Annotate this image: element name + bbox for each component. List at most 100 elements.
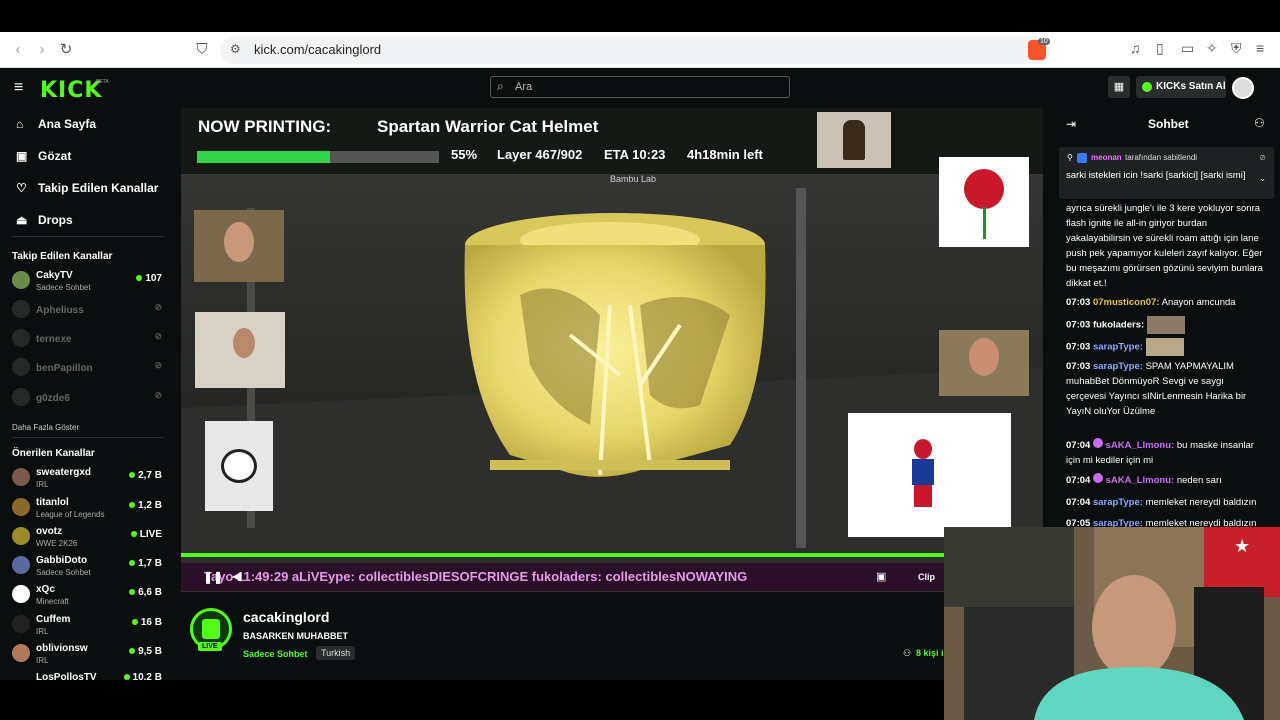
show-more-link[interactable]: Daha Fazla Göster (12, 423, 79, 432)
message-user[interactable]: 07musticon07: (1093, 297, 1160, 308)
theater-icon[interactable]: ▣ (876, 570, 886, 583)
nav-home[interactable]: ⌂ Ana Sayfa (16, 117, 96, 131)
message-user[interactable]: sarapType: (1093, 497, 1143, 508)
unpin-icon[interactable]: ⊘ (1259, 153, 1266, 162)
kicks-button[interactable]: KICKs Satın Al (1136, 76, 1226, 98)
channel-category: League of Legends (36, 510, 105, 519)
user-avatar[interactable] (1232, 77, 1254, 99)
collapse-chat-icon[interactable]: ⇥ (1066, 117, 1076, 131)
viewer-count: 2,7 B (129, 470, 162, 481)
recommended-channel[interactable]: ovotz WWE 2K26 LIVE (12, 524, 162, 552)
nav-following[interactable]: ♡ Takip Edilen Kanallar (16, 181, 158, 195)
channel-name: oblivionsw (36, 643, 88, 654)
wallet-icon[interactable]: ▭ (1181, 40, 1194, 57)
drops-icon: ⏏ (16, 213, 28, 227)
message-user[interactable]: fukoladers: (1093, 320, 1144, 331)
recommended-channel[interactable]: Cuffem IRL 16 B (12, 612, 162, 640)
headphones-icon (221, 449, 257, 483)
live-dot-icon (136, 275, 143, 281)
webcam-scene: ★ (944, 527, 1280, 720)
live-dot-icon (131, 619, 138, 625)
channel-category: Sadece Sohbet (36, 568, 91, 577)
viewer-count: 9,5 B (129, 646, 162, 657)
stream-category[interactable]: Sadece Sohbet (243, 649, 308, 659)
message-time: 07:03 (1066, 341, 1091, 353)
sidebar-icon[interactable]: ▯ (1156, 40, 1164, 57)
message-time: 07:03 (1066, 297, 1091, 308)
pause-icon[interactable]: ❚❚ (203, 570, 223, 584)
hamburger-icon[interactable]: ≡ (14, 79, 23, 97)
emote-man (194, 210, 284, 282)
nav-browse[interactable]: ▣ Gözat (16, 149, 71, 163)
reload-icon[interactable]: ↻ (56, 40, 76, 60)
recommended-channel[interactable]: xQc Minecraft 6,6 B (12, 582, 162, 610)
message-text: neden sarı (1176, 475, 1222, 486)
viewer-count-value: LIVE (139, 529, 162, 540)
leo-icon[interactable]: ✧ (1206, 40, 1218, 57)
live-dot-icon (130, 531, 137, 537)
address-bar[interactable]: ⚙ kick.com/cacakinglord ⌕ (220, 36, 1050, 64)
site-info-icon[interactable]: ⚙ (230, 42, 241, 56)
followed-channel[interactable]: CakyTV Sadece Sohbet 107 (12, 268, 162, 296)
nav-drops[interactable]: ⏏ Drops (16, 213, 73, 227)
forward-icon[interactable]: › (32, 40, 52, 60)
back-icon[interactable]: ‹ (8, 40, 28, 60)
viewer-count-value: 107 (145, 273, 162, 284)
followed-channel[interactable]: ternexe ⊘ (12, 326, 162, 354)
language-tag[interactable]: Turkish (316, 646, 356, 660)
seek-bar[interactable] (181, 553, 944, 557)
channel-category: IRL (36, 656, 49, 665)
recommended-channel[interactable]: titanlol League of Legends 1,2 B (12, 495, 162, 523)
channel-name[interactable]: cacakinglord (243, 609, 329, 625)
bookmark-icon[interactable]: ⛉ (192, 40, 212, 60)
spiderman-legs (914, 485, 932, 507)
spiderman-icon (914, 439, 932, 459)
search-icon: ⌕ (497, 79, 504, 93)
message-user[interactable]: sarapType: (1093, 518, 1143, 527)
recommended-channel[interactable]: LosPollosTV 10,2 B (12, 670, 162, 680)
message-user[interactable]: sAKA_Llmonu: (1106, 475, 1175, 486)
vpn-icon[interactable]: ⛨ (1231, 40, 1242, 57)
volume-icon[interactable]: ◀ (232, 569, 241, 583)
channel-name: ovotz (36, 526, 63, 537)
message-user[interactable]: sAKA_Llmonu: (1106, 440, 1175, 451)
clip-button[interactable]: Clip (918, 572, 935, 582)
emote-image (1145, 338, 1184, 356)
followed-heading: Takip Edilen Kanallar (12, 251, 113, 262)
pinned-message[interactable]: ⚲ meonan tarafından sabitlendi ⊘ sarki i… (1059, 147, 1274, 199)
avatar (12, 300, 30, 318)
viewer-count-value: 2,7 B (138, 470, 162, 481)
message-user[interactable]: sarapType: (1093, 361, 1143, 372)
message-time: 07:05 (1066, 518, 1091, 527)
kick-logo[interactable]: KICK (40, 78, 102, 103)
emote-spiderman (848, 413, 1011, 537)
message-text: Anayon amcunda (1161, 297, 1236, 308)
store-icon[interactable]: ▦ (1108, 76, 1130, 98)
message-user[interactable]: sarapType: (1093, 342, 1143, 353)
chevron-down-icon[interactable]: ⌄ (1259, 174, 1266, 183)
recommended-channel[interactable]: oblivionsw IRL 9,5 B (12, 641, 162, 669)
search-input[interactable]: ⌕ Ara (490, 76, 790, 98)
avatar (12, 556, 30, 574)
avatar (12, 358, 30, 376)
emote-rose (939, 157, 1029, 247)
viewer-count-value: 6,6 B (138, 587, 162, 598)
followed-channel[interactable]: Apheliuss ⊘ (12, 297, 162, 325)
viewer-count: 1,7 B (129, 558, 162, 569)
music-icon[interactable]: ♫ (1130, 40, 1141, 56)
recommended-channel[interactable]: GabbiDoto Sadece Sohbet 1,7 B (12, 553, 162, 581)
message-time: 07:03 (1066, 319, 1091, 331)
message-time: 07:04 (1066, 497, 1091, 508)
chat-title: Sohbet (1148, 117, 1189, 131)
live-dot-icon (129, 560, 136, 566)
recommended-channel[interactable]: sweatergxd IRL 2,7 B (12, 465, 162, 493)
menu-icon[interactable]: ≡ (1256, 40, 1264, 56)
chat-users-icon[interactable]: ⚇ (1254, 116, 1265, 130)
followed-channel[interactable]: benPapillon ⊘ (12, 355, 162, 383)
chat-message: 07:04 sAKA_Llmonu: neden sarı (1066, 473, 1266, 488)
viewer-count: 8 kişi i (916, 648, 944, 658)
followed-channel[interactable]: g0zde6 ⊘ (12, 385, 162, 413)
chat-message: 07:03 fukoladers: (1066, 316, 1266, 334)
message-text: memleket nereydi baldızın (1145, 518, 1257, 527)
viewer-count-value: 9,5 B (138, 646, 162, 657)
